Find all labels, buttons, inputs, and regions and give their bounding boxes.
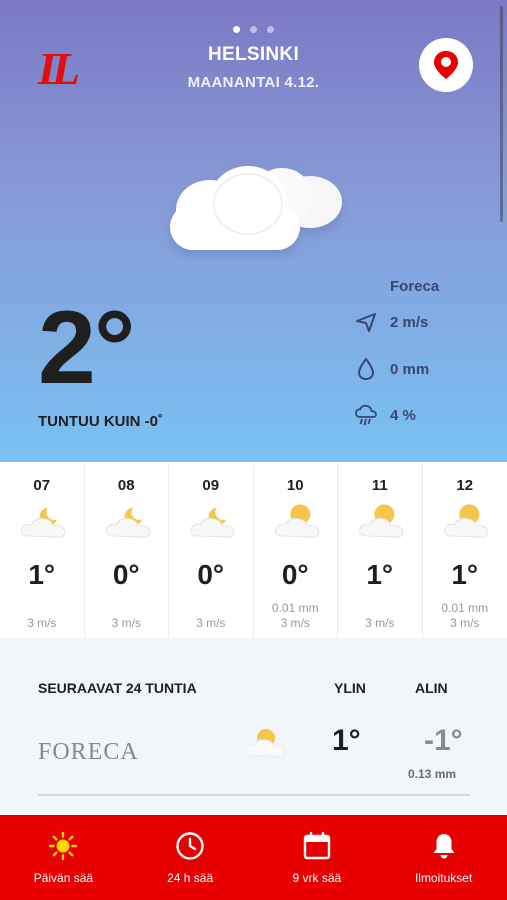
hour-column[interactable]: 08 0° 3 m/s xyxy=(85,463,169,638)
hour-time: 08 xyxy=(117,477,135,494)
clock-icon xyxy=(175,831,205,866)
provider-label: Foreca xyxy=(390,278,440,295)
rain-stat: 0 mm xyxy=(354,357,429,381)
page-dot[interactable] xyxy=(232,26,240,33)
hour-time: 12 xyxy=(456,477,474,494)
bell-icon xyxy=(429,831,459,866)
rain-value: 0 mm xyxy=(390,360,430,378)
location-button[interactable] xyxy=(419,38,473,92)
hour-temperature: 1° xyxy=(451,559,479,590)
rain-probability-stat: 4 % xyxy=(354,403,416,427)
hour-temperature: 0° xyxy=(112,559,140,590)
calendar-icon xyxy=(302,831,332,866)
hourly-forecast[interactable]: 07 1° 3 m/s 08 0° 3 m/s 09 0° 3 m/s 10 0° 0.01 mm 3 … xyxy=(0,463,507,638)
hour-wind: 3 m/s xyxy=(27,616,57,630)
hour-column[interactable]: 12 1° 0.01 mm 3 m/s xyxy=(423,463,507,638)
hour-column[interactable]: 11 1° 3 m/s xyxy=(338,463,423,638)
hour-column[interactable]: 10 0° 0.01 mm 3 m/s xyxy=(254,463,338,638)
high-value: 1° xyxy=(332,724,361,757)
next-24h-section: SEURAAVAT 24 TUNTIA YLIN ALIN FORECA 1° … xyxy=(0,638,507,815)
foreca-logo: FORECA xyxy=(38,739,139,766)
hour-time: 11 xyxy=(371,477,388,494)
hour-time: 09 xyxy=(202,477,220,494)
partly-cloudy-day-icon xyxy=(443,504,488,538)
hour-time: 10 xyxy=(286,477,304,494)
nav-item-daily-weather[interactable]: Päivän sää xyxy=(0,815,127,900)
precipitation-value: 0.13 mm xyxy=(408,767,457,781)
wind-value: 2 m/s xyxy=(390,313,429,331)
partly-cloudy-day-icon xyxy=(359,504,404,538)
page-indicator xyxy=(0,20,507,38)
bottom-navigation: Päivän sää 24 h sää 9 vrk sää Ilmoitukse… xyxy=(0,815,507,900)
page-dot[interactable] xyxy=(250,26,257,33)
hour-column[interactable]: 07 1° 3 m/s xyxy=(0,463,85,638)
rain-cloud-icon xyxy=(354,403,378,427)
wind-direction-icon xyxy=(354,310,378,334)
rain-probability-value: 4 % xyxy=(390,406,416,424)
wind-stat: 2 m/s xyxy=(354,310,428,334)
partly-cloudy-night-icon xyxy=(190,504,235,538)
low-label: ALIN xyxy=(415,680,448,696)
hour-rain: 0.01 mm xyxy=(271,601,319,615)
nav-item-notifications[interactable]: Ilmoitukset xyxy=(380,815,507,900)
hour-wind: 3 m/s xyxy=(280,616,310,630)
hour-wind: 3 m/s xyxy=(450,616,480,630)
low-value: -1° xyxy=(424,724,463,757)
partly-cloudy-day-icon xyxy=(274,504,319,538)
divider xyxy=(38,794,470,796)
next-24h-title: SEURAAVAT 24 TUNTIA xyxy=(38,680,197,696)
partly-cloudy-day-icon xyxy=(245,729,286,757)
partly-cloudy-night-icon xyxy=(21,504,66,538)
hour-temperature: 0° xyxy=(197,559,225,590)
nav-item-9day-weather[interactable]: 9 vrk sää xyxy=(254,815,381,900)
hour-time: 07 xyxy=(33,477,51,494)
hour-column[interactable]: 09 0° 3 m/s xyxy=(169,463,254,638)
sun-icon xyxy=(48,831,78,866)
scrollbar[interactable] xyxy=(500,6,503,222)
hour-rain: 0.01 mm xyxy=(441,601,489,615)
hero-section: IL HELSINKI MAANANTAI 4.12. 2° TUNTUU KU… xyxy=(0,0,507,462)
nav-item-24h-weather[interactable]: 24 h sää xyxy=(127,815,254,900)
droplet-icon xyxy=(354,357,378,381)
feels-like: TUNTUU KUIN -0˚ xyxy=(38,413,163,430)
hour-wind: 3 m/s xyxy=(111,616,141,630)
high-label: YLIN xyxy=(334,680,366,696)
hour-wind: 3 m/s xyxy=(365,616,395,630)
hour-temperature: 0° xyxy=(281,559,309,590)
foreca-logo-text: FORECA xyxy=(38,739,139,765)
partly-cloudy-night-icon xyxy=(105,504,150,538)
hour-wind: 3 m/s xyxy=(196,616,226,630)
cloud-icon xyxy=(170,166,342,250)
current-temperature: 2° xyxy=(38,290,135,406)
map-pin-icon xyxy=(434,51,458,79)
nav-label: Ilmoitukset xyxy=(414,871,473,885)
page-dot[interactable] xyxy=(267,26,275,33)
hour-temperature: 1° xyxy=(366,559,394,590)
nav-label: Päivän sää xyxy=(33,871,94,885)
hour-temperature: 1° xyxy=(28,559,56,590)
nav-label: 9 vrk sää xyxy=(292,871,342,885)
nav-label: 24 h sää xyxy=(167,871,214,885)
